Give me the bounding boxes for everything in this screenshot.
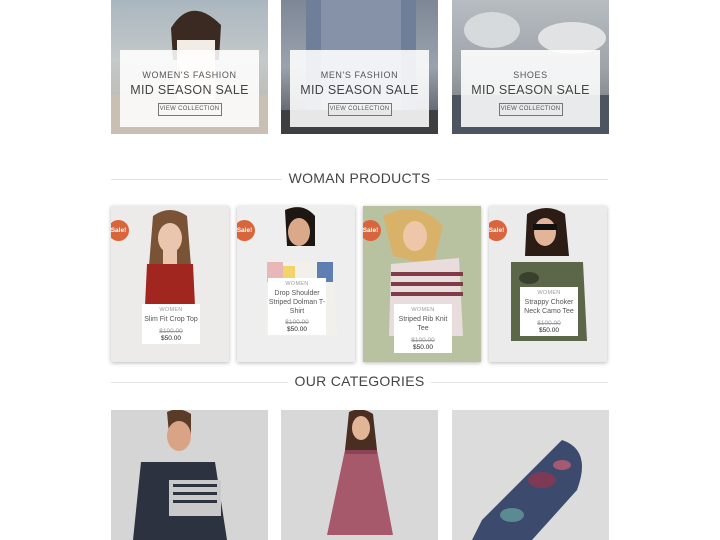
section-title: OUR CATEGORIES xyxy=(287,373,432,389)
banner-shoes[interactable]: SHOES MID SEASON SALE VIEW COLLECTION xyxy=(452,0,609,134)
section-title: WOMAN PRODUCTS xyxy=(281,170,438,186)
product-info: WOMEN Slim Fit Crop Top $100.00 $50.00 xyxy=(142,304,200,344)
product-category: WOMEN xyxy=(537,290,561,296)
product-card[interactable]: Sale! WOMEN Slim Fit Crop Top $100.00 $5… xyxy=(111,206,229,362)
product-price: $50.00 xyxy=(161,334,181,342)
product-old-price: $100.00 xyxy=(411,336,435,344)
view-collection-button[interactable]: VIEW COLLECTION xyxy=(157,103,222,116)
product-category: WOMEN xyxy=(159,307,183,313)
product-price: $50.00 xyxy=(539,326,559,334)
banner-card: WOMEN'S FASHION MID SEASON SALE VIEW COL… xyxy=(120,50,259,127)
banner-title: MID SEASON SALE xyxy=(300,83,419,97)
product-category: WOMEN xyxy=(411,307,435,313)
category-photo-tie xyxy=(452,410,609,540)
banner-subtitle: WOMEN'S FASHION xyxy=(142,70,237,80)
category-photo-women-dress xyxy=(281,410,438,540)
product-card[interactable]: Sale! WOMEN Drop Shoulder Striped Dolman… xyxy=(237,206,355,362)
product-info: WOMEN Drop Shoulder Striped Dolman T-Shi… xyxy=(268,278,326,336)
product-name[interactable]: Drop Shoulder Striped Dolman T-Shirt xyxy=(268,290,326,316)
banner-mens-fashion[interactable]: MEN'S FASHION MID SEASON SALE VIEW COLLE… xyxy=(281,0,438,134)
category-men[interactable] xyxy=(111,410,268,540)
product-card[interactable]: Sale! WOMEN Striped Rib Knit Tee $100.00… xyxy=(363,206,481,362)
product-card[interactable]: Sale! WOMEN Strappy Choker Neck Camo Tee… xyxy=(489,206,607,362)
product-price: $50.00 xyxy=(413,343,433,351)
product-name[interactable]: Slim Fit Crop Top xyxy=(142,316,200,325)
product-info: WOMEN Strappy Choker Neck Camo Tee $100.… xyxy=(520,287,578,336)
banner-card: MEN'S FASHION MID SEASON SALE VIEW COLLE… xyxy=(290,50,429,127)
product-name[interactable]: Strappy Choker Neck Camo Tee xyxy=(520,299,578,317)
product-price: $50.00 xyxy=(287,326,307,334)
product-name[interactable]: Striped Rib Knit Tee xyxy=(394,316,452,334)
view-collection-button[interactable]: VIEW COLLECTION xyxy=(498,103,563,116)
banner-womens-fashion[interactable]: WOMEN'S FASHION MID SEASON SALE VIEW COL… xyxy=(111,0,268,134)
product-old-price: $100.00 xyxy=(159,327,183,335)
banner-subtitle: MEN'S FASHION xyxy=(320,70,399,80)
category-women[interactable] xyxy=(281,410,438,540)
product-category: WOMEN xyxy=(285,281,309,287)
product-old-price: $100.00 xyxy=(537,319,561,327)
product-info: WOMEN Striped Rib Knit Tee $100.00 $50.0… xyxy=(394,304,452,353)
section-heading-products: WOMAN PRODUCTS xyxy=(111,170,608,190)
banner-title: MID SEASON SALE xyxy=(471,83,590,97)
product-old-price: $100.00 xyxy=(285,319,309,327)
banner-title: MID SEASON SALE xyxy=(130,83,249,97)
section-heading-categories: OUR CATEGORIES xyxy=(111,373,608,393)
view-collection-button[interactable]: VIEW COLLECTION xyxy=(327,103,392,116)
banner-subtitle: SHOES xyxy=(513,70,548,80)
category-accessories[interactable] xyxy=(452,410,609,540)
banner-card: SHOES MID SEASON SALE VIEW COLLECTION xyxy=(461,50,600,127)
category-photo-men-tshirt xyxy=(111,410,268,540)
